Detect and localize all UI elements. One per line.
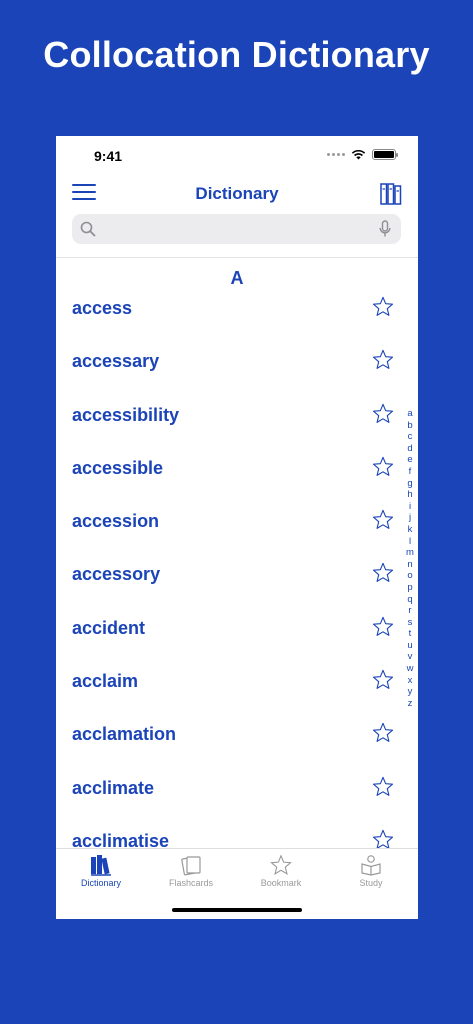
index-letter[interactable]: l (409, 536, 411, 548)
list-item[interactable]: accessary (56, 335, 418, 388)
list-item[interactable]: accessory (56, 548, 418, 601)
bookmark-star-icon[interactable] (372, 456, 394, 482)
tab-flashcards[interactable]: Flashcards (146, 854, 236, 888)
list-item[interactable]: acclamation (56, 708, 418, 761)
word-label: accessory (72, 564, 161, 585)
books-icon-button[interactable] (380, 182, 402, 206)
index-letter[interactable]: y (408, 686, 413, 698)
index-letter[interactable]: d (407, 443, 412, 455)
tab-label: Dictionary (80, 878, 121, 888)
word-list: access accessary accessibility accessible ac… (56, 282, 418, 868)
bookmark-star-icon[interactable] (372, 722, 394, 748)
promo-title: Collocation Dictionary (43, 34, 430, 75)
word-label: accessible (72, 457, 164, 478)
index-letter[interactable]: h (407, 489, 412, 501)
word-label: acclimate (72, 777, 155, 798)
bookmark-star-icon[interactable] (372, 296, 394, 322)
tab-study[interactable]: Study (326, 854, 416, 888)
tab-bar: Dictionary Flashcards Bookmark Study (56, 848, 418, 919)
page-title: Dictionary (195, 184, 279, 203)
index-letter[interactable]: t (409, 628, 412, 640)
bookmark-star-icon[interactable] (372, 509, 394, 535)
index-letter[interactable]: n (407, 559, 412, 571)
word-label: accessibility (72, 404, 180, 425)
books-icon (56, 854, 146, 876)
index-letter[interactable]: x (408, 675, 413, 687)
flashcards-icon (146, 854, 236, 876)
wifi-icon (351, 149, 366, 160)
search-icon (80, 221, 96, 237)
bookmark-star-icon[interactable] (372, 776, 394, 802)
word-label: accession (72, 511, 160, 532)
tab-label: Flashcards (168, 878, 213, 888)
navigation-bar: Dictionary (56, 178, 418, 212)
list-item[interactable]: accessible (56, 442, 418, 495)
word-label: acclamation (72, 724, 177, 745)
battery-icon (372, 149, 398, 160)
alphabet-index[interactable]: abcdefghijklmnopqrstuvwxyz (404, 408, 416, 709)
signal-icon (327, 153, 345, 156)
status-time: 9:41 (94, 148, 123, 164)
list-item[interactable]: access (56, 282, 418, 335)
status-icons (327, 149, 398, 160)
tab-bookmark[interactable]: Bookmark (236, 854, 326, 888)
index-letter[interactable]: r (408, 605, 411, 617)
bookmark-star-icon[interactable] (372, 669, 394, 695)
index-letter[interactable]: w (407, 663, 414, 675)
bookmark-star-icon[interactable] (372, 562, 394, 588)
index-letter[interactable]: q (407, 594, 412, 606)
word-label: access (72, 298, 133, 318)
phone-screen: 9:41 Dictionary A access accessary acces… (56, 136, 418, 919)
list-item[interactable]: acclaim (56, 655, 418, 708)
list-item[interactable]: acclimate (56, 762, 418, 815)
index-letter[interactable]: c (408, 431, 413, 443)
index-letter[interactable]: p (407, 582, 412, 594)
index-letter[interactable]: j (409, 512, 411, 524)
search-input[interactable] (100, 214, 370, 244)
bookmark-star-icon[interactable] (372, 616, 394, 642)
index-letter[interactable]: v (408, 651, 413, 663)
index-letter[interactable]: b (407, 420, 412, 432)
index-letter[interactable]: o (407, 570, 412, 582)
index-letter[interactable]: a (407, 408, 412, 420)
list-item[interactable]: accident (56, 602, 418, 655)
word-label: accident (72, 617, 146, 638)
study-icon (326, 854, 416, 876)
index-letter[interactable]: m (406, 547, 414, 559)
index-letter[interactable]: g (407, 478, 412, 490)
index-letter[interactable]: i (409, 501, 411, 513)
tab-label: Study (359, 878, 383, 888)
home-indicator (172, 908, 302, 912)
index-letter[interactable]: s (408, 617, 413, 629)
bookmark-star-icon[interactable] (372, 349, 394, 375)
index-letter[interactable]: f (409, 466, 412, 478)
bookmark-star-icon[interactable] (372, 403, 394, 429)
index-letter[interactable]: z (408, 698, 413, 710)
list-item[interactable]: accessibility (56, 389, 418, 442)
index-letter[interactable]: k (408, 524, 413, 536)
list-item[interactable]: accession (56, 495, 418, 548)
star-icon (236, 854, 326, 876)
header-divider (56, 257, 418, 258)
search-bar (72, 214, 401, 244)
tab-dictionary[interactable]: Dictionary (56, 854, 146, 888)
status-bar: 9:41 (56, 136, 418, 176)
tab-label: Bookmark (260, 878, 302, 888)
word-label: acclaim (72, 671, 139, 692)
index-letter[interactable]: u (407, 640, 412, 652)
index-letter[interactable]: e (407, 454, 412, 466)
microphone-icon[interactable] (379, 220, 391, 238)
word-label: accessary (72, 351, 160, 372)
